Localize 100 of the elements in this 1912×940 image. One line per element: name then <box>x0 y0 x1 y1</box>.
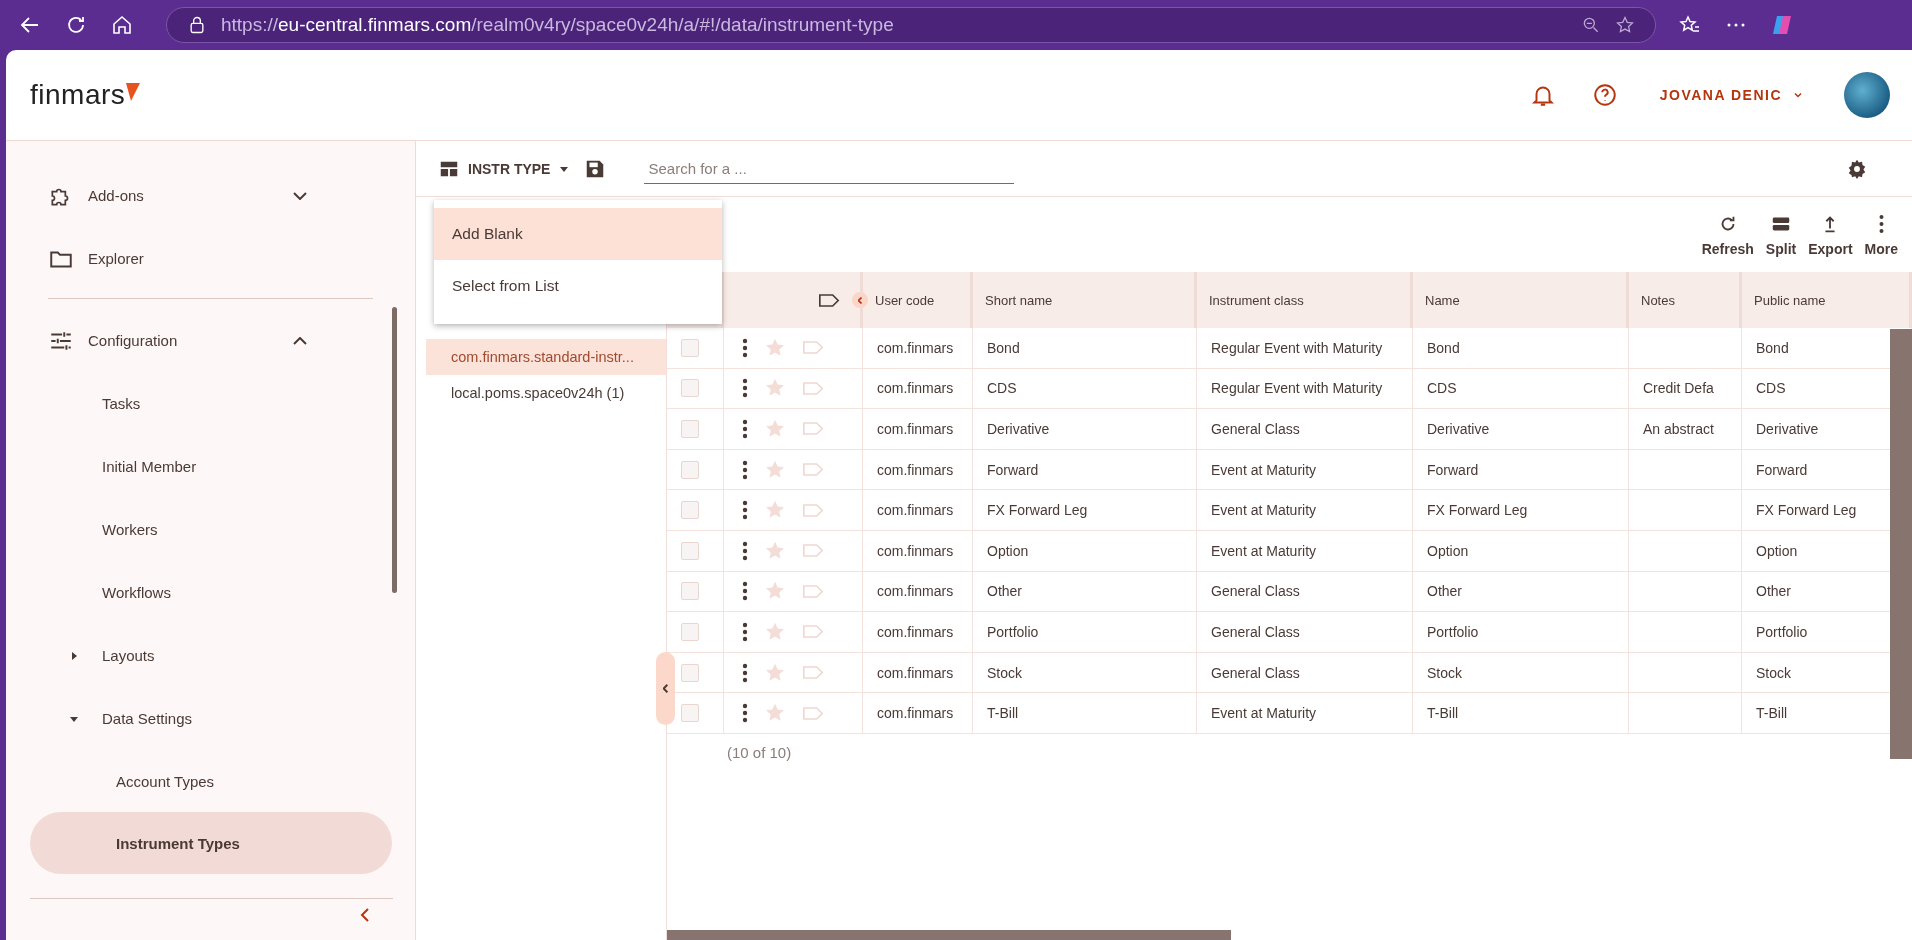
notes-cell: An abstract <box>1643 421 1714 437</box>
notes-cell: Credit Defa <box>1643 380 1714 397</box>
nav-item[interactable]: Account Types <box>30 750 392 812</box>
instrument-class-cell: General Class <box>1211 583 1300 600</box>
column-header[interactable]: Name <box>1413 272 1629 328</box>
name-cell: Bond <box>1427 339 1460 356</box>
public-name-cell: Bond <box>1756 339 1789 356</box>
short-name-cell: CDS <box>987 380 1017 397</box>
row-checkbox[interactable] <box>681 379 699 398</box>
row-menu-icon[interactable] <box>742 540 748 561</box>
public-name-cell: Other <box>1756 583 1791 600</box>
collapse-panel-handle[interactable] <box>656 652 675 725</box>
name-cell: CDS <box>1427 380 1457 397</box>
user-code-cell: com.finmars <box>877 583 954 600</box>
instrument-class-cell: Event at Maturity <box>1211 705 1317 722</box>
row-checkbox[interactable] <box>681 582 699 601</box>
short-name-cell: Option <box>987 542 1029 559</box>
short-name-cell: Other <box>987 583 1022 600</box>
more-vertical-icon <box>1878 212 1884 235</box>
menu-item[interactable]: Add Blank <box>434 208 722 260</box>
public-name-cell: CDS <box>1756 380 1786 397</box>
public-name-cell: FX Forward Leg <box>1756 502 1857 519</box>
address-bar[interactable]: https://eu-central.finmars.com/realm0v4ry/space0v24h/a/#!/data/instrument-type <box>166 7 1656 43</box>
tag-icon[interactable] <box>818 292 840 308</box>
logo[interactable]: finmars <box>30 79 141 111</box>
user-code-cell: com.finmars <box>877 664 954 681</box>
nav-item[interactable]: Instrument Types <box>30 812 392 874</box>
collapse-chevron-icon[interactable] <box>359 907 371 923</box>
instrument-class-cell: Event at Maturity <box>1211 502 1317 519</box>
user-code-cell: com.finmars <box>877 380 954 397</box>
short-name-cell: T-Bill <box>987 705 1019 722</box>
user-code-cell: com.finmars <box>877 502 954 519</box>
row-checkbox[interactable] <box>681 501 699 520</box>
public-name-cell: T-Bill <box>1756 705 1788 722</box>
public-name-cell: Stock <box>1756 664 1791 681</box>
name-cell: T-Bill <box>1427 705 1459 722</box>
row-checkbox[interactable] <box>681 622 699 641</box>
group-item[interactable]: local.poms.space0v24h (1) <box>426 375 666 411</box>
nav-item[interactable]: Layouts <box>6 624 415 687</box>
nav-item[interactable]: Tasks <box>6 372 415 435</box>
user-code-cell: com.finmars <box>877 339 954 356</box>
row-count: (10 of 10) <box>726 742 793 761</box>
column-header[interactable]: Notes <box>1629 272 1742 328</box>
user-code-cell: com.finmars <box>877 421 954 437</box>
public-name-cell: Portfolio <box>1756 623 1808 640</box>
nav-item[interactable]: Workers <box>6 498 415 561</box>
row-checkbox[interactable] <box>681 541 699 560</box>
instrument-class-cell: Event at Maturity <box>1211 461 1317 478</box>
star-icon[interactable] <box>1615 15 1635 35</box>
home-icon[interactable] <box>110 13 134 37</box>
vertical-scrollbar-thumb[interactable] <box>1890 329 1912 759</box>
column-header[interactable]: Instrument class <box>1197 272 1413 328</box>
zoom-out-icon[interactable] <box>1581 15 1601 35</box>
group-item[interactable]: com.finmars.standard-instr... <box>426 339 666 375</box>
horizontal-scrollbar-thumb[interactable] <box>667 930 1231 940</box>
nav-item[interactable]: Configuration <box>6 309 415 372</box>
layout-dropdown[interactable]: INSTR TYPE <box>460 156 585 181</box>
short-name-cell: Stock <box>987 664 1022 681</box>
collapse-column-button[interactable] <box>852 292 868 308</box>
row-menu-icon[interactable] <box>742 662 748 683</box>
copilot-icon[interactable] <box>1770 13 1794 37</box>
nav-item[interactable]: Explorer <box>6 227 415 290</box>
help-icon[interactable] <box>1591 82 1618 108</box>
row-checkbox[interactable] <box>681 460 699 479</box>
nav-item[interactable]: Workflows <box>6 561 415 624</box>
row-menu-icon[interactable] <box>742 419 748 439</box>
user-menu-button[interactable]: JOVANA DENIC <box>1653 83 1810 107</box>
nav-item[interactable]: Add-ons <box>6 164 415 227</box>
url-text: https://eu-central.finmars.com/realm0v4ry/space0v24h/a/#!/data/instrument-type <box>221 14 895 36</box>
user-code-cell: com.finmars <box>877 705 954 722</box>
instrument-class-cell: Regular Event with Maturity <box>1211 339 1383 356</box>
row-menu-icon[interactable] <box>742 337 748 358</box>
row-menu-icon[interactable] <box>742 581 748 602</box>
row-menu-icon[interactable] <box>742 703 748 724</box>
toolbar-button[interactable]: Export <box>1804 208 1857 261</box>
column-header[interactable]: Short name <box>973 272 1197 328</box>
public-name-cell: Forward <box>1756 461 1808 478</box>
short-name-cell: Portfolio <box>987 623 1039 640</box>
row-checkbox[interactable] <box>681 338 699 357</box>
scrollbar-thumb[interactable] <box>392 307 397 593</box>
row-checkbox[interactable] <box>681 704 699 723</box>
instrument-class-cell: General Class <box>1211 421 1300 437</box>
row-menu-icon[interactable] <box>742 500 748 521</box>
toolbar-button[interactable]: Split <box>1761 208 1801 261</box>
nav-item[interactable]: Data Settings <box>6 687 415 750</box>
toolbar-button[interactable]: More <box>1860 208 1902 261</box>
row-menu-icon[interactable] <box>742 459 748 480</box>
toolbar-button[interactable]: Refresh <box>1697 208 1758 261</box>
short-name-cell: Derivative <box>987 421 1050 437</box>
row-checkbox[interactable] <box>681 420 699 438</box>
name-cell: Other <box>1427 583 1462 600</box>
search-field[interactable]: Search for a ... <box>644 153 1015 184</box>
column-header[interactable]: User code <box>863 272 973 328</box>
row-menu-icon[interactable] <box>742 621 748 642</box>
menu-item[interactable]: Select from List <box>434 260 722 312</box>
favorite-star-icon[interactable] <box>764 418 786 440</box>
row-menu-icon[interactable] <box>742 378 748 399</box>
nav-item[interactable]: Initial Member <box>6 435 415 498</box>
row-checkbox[interactable] <box>681 663 699 682</box>
avatar[interactable] <box>1844 72 1890 118</box>
